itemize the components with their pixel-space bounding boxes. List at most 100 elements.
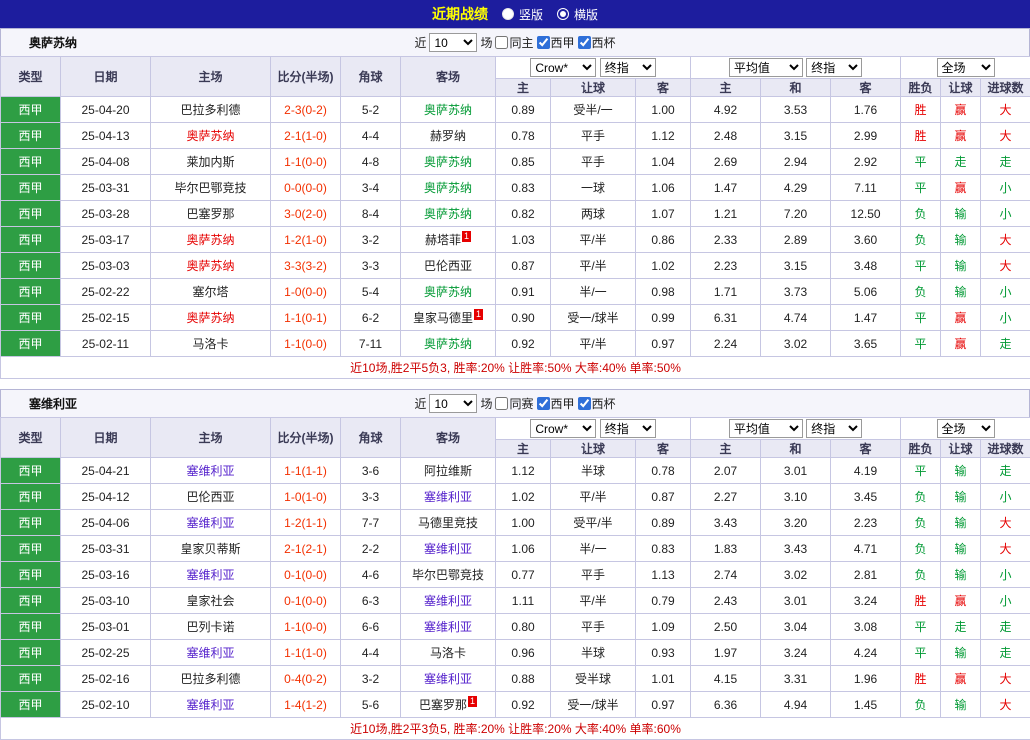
home-team-cell[interactable]: 莱加内斯: [151, 149, 271, 175]
away-team-cell[interactable]: 马洛卡: [401, 640, 496, 666]
handicap-line: 平/半: [551, 588, 636, 614]
summary-stats: 近10场,胜2平5负3, 胜率:20% 让胜率:50% 大率:40% 单率:50…: [1, 357, 1030, 379]
away-team-cell[interactable]: 阿拉维斯: [401, 458, 496, 484]
handicap-away-odds: 1.02: [636, 253, 691, 279]
home-team-cell[interactable]: 奥萨苏纳: [151, 305, 271, 331]
cup-filter[interactable]: 西杯: [578, 395, 616, 412]
summary-stats: 近10场,胜2平3负5, 胜率:20% 让胜率:20% 大率:40% 单率:60…: [1, 718, 1030, 740]
bookmaker-select[interactable]: Crow*: [530, 58, 596, 77]
scope-select[interactable]: 全场: [937, 419, 995, 438]
home-team-cell[interactable]: 皇家社会: [151, 588, 271, 614]
euro-draw-odds: 3.43: [761, 536, 831, 562]
average-select[interactable]: 平均值: [729, 58, 803, 77]
home-team-cell[interactable]: 巴拉多利德: [151, 97, 271, 123]
average-select[interactable]: 平均值: [729, 419, 803, 438]
euro-draw-odds: 3.02: [761, 331, 831, 357]
away-team-cell[interactable]: 皇家马德里1: [401, 305, 496, 331]
radio-checked-icon[interactable]: [557, 8, 569, 20]
same-filter[interactable]: 同赛: [495, 395, 533, 412]
euro-draw-odds: 4.29: [761, 175, 831, 201]
away-team-cell[interactable]: 奥萨苏纳: [401, 149, 496, 175]
euro-home-odds: 4.15: [691, 666, 761, 692]
final-odds-select[interactable]: 终指: [600, 58, 656, 77]
away-team-cell[interactable]: 塞维利亚: [401, 484, 496, 510]
league-filter-checkbox[interactable]: [537, 36, 550, 49]
away-team-cell[interactable]: 毕尔巴鄂竞技: [401, 562, 496, 588]
cup-filter[interactable]: 西杯: [578, 34, 616, 51]
home-team-cell[interactable]: 毕尔巴鄂竞技: [151, 175, 271, 201]
handicap-home-odds: 0.92: [496, 692, 551, 718]
goals-result-cell: 小: [981, 588, 1030, 614]
home-team-cell[interactable]: 巴拉多利德: [151, 666, 271, 692]
goals-result-cell: 大: [981, 253, 1030, 279]
home-team-cell[interactable]: 塞维利亚: [151, 692, 271, 718]
euro-draw-odds: 3.04: [761, 614, 831, 640]
same-filter-checkbox[interactable]: [495, 36, 508, 49]
away-team-cell[interactable]: 塞维利亚: [401, 588, 496, 614]
home-team-cell[interactable]: 巴塞罗那: [151, 201, 271, 227]
date-cell: 25-04-21: [61, 458, 151, 484]
away-team-cell[interactable]: 奥萨苏纳: [401, 201, 496, 227]
away-team-cell[interactable]: 赫塔菲1: [401, 227, 496, 253]
home-team-cell[interactable]: 塞维利亚: [151, 562, 271, 588]
away-team-cell[interactable]: 奥萨苏纳: [401, 97, 496, 123]
match-row: 西甲25-02-15奥萨苏纳1-1(0-1)6-2皇家马德里10.90受一/球半…: [1, 305, 1030, 331]
home-team-cell[interactable]: 皇家贝蒂斯: [151, 536, 271, 562]
away-team-cell[interactable]: 奥萨苏纳: [401, 279, 496, 305]
col-e-away: 客: [831, 440, 901, 458]
league-filter[interactable]: 西甲: [537, 395, 575, 412]
league-filter[interactable]: 西甲: [537, 34, 575, 51]
home-team-cell[interactable]: 巴列卡诺: [151, 614, 271, 640]
away-team-cell[interactable]: 奥萨苏纳: [401, 175, 496, 201]
away-team-cell[interactable]: 巴塞罗那1: [401, 692, 496, 718]
radio-icon[interactable]: [502, 8, 514, 20]
corner-cell: 3-2: [341, 227, 401, 253]
away-team-cell[interactable]: 马德里竞技: [401, 510, 496, 536]
games-count-select[interactable]: 10: [429, 33, 477, 52]
home-team-cell[interactable]: 塞维利亚: [151, 458, 271, 484]
match-row: 西甲25-03-01巴列卡诺1-1(0-0)6-6塞维利亚0.80平手1.092…: [1, 614, 1030, 640]
home-team-cell[interactable]: 马洛卡: [151, 331, 271, 357]
league-filter-checkbox[interactable]: [537, 397, 550, 410]
handicap-home-odds: 1.02: [496, 484, 551, 510]
handicap-away-odds: 0.83: [636, 536, 691, 562]
col-goals: 进球数: [981, 79, 1030, 97]
handicap-result-cell: 输: [941, 253, 981, 279]
away-team-cell[interactable]: 赫罗纳: [401, 123, 496, 149]
handicap-away-odds: 1.07: [636, 201, 691, 227]
final-odds-select-2[interactable]: 终指: [806, 419, 862, 438]
horizontal-layout-radio[interactable]: 横版: [557, 6, 598, 23]
match-row: 西甲25-04-21塞维利亚1-1(1-1)3-6阿拉维斯1.12半球0.782…: [1, 458, 1030, 484]
home-team-cell[interactable]: 奥萨苏纳: [151, 253, 271, 279]
corner-cell: 7-11: [341, 331, 401, 357]
handicap-result-cell: 输: [941, 484, 981, 510]
away-team-cell[interactable]: 塞维利亚: [401, 614, 496, 640]
match-row: 西甲25-02-11马洛卡1-1(0-0)7-11奥萨苏纳0.92平/半0.97…: [1, 331, 1030, 357]
away-team-cell[interactable]: 塞维利亚: [401, 536, 496, 562]
bookmaker-select[interactable]: Crow*: [530, 419, 596, 438]
result-cell: 负: [901, 201, 941, 227]
same-filter-checkbox[interactable]: [495, 397, 508, 410]
home-team-cell[interactable]: 奥萨苏纳: [151, 227, 271, 253]
cup-filter-checkbox[interactable]: [578, 397, 591, 410]
home-team-cell[interactable]: 塞尔塔: [151, 279, 271, 305]
score-cell: 2-1(1-0): [271, 123, 341, 149]
away-team-cell[interactable]: 巴伦西亚: [401, 253, 496, 279]
euro-draw-odds: 3.15: [761, 253, 831, 279]
home-team-cell[interactable]: 奥萨苏纳: [151, 123, 271, 149]
euro-draw-odds: 3.53: [761, 97, 831, 123]
home-team-cell[interactable]: 塞维利亚: [151, 640, 271, 666]
games-count-select[interactable]: 10: [429, 394, 477, 413]
scope-select[interactable]: 全场: [937, 58, 995, 77]
vertical-layout-radio[interactable]: 竖版: [502, 6, 543, 23]
home-team-cell[interactable]: 塞维利亚: [151, 510, 271, 536]
same-filter[interactable]: 同主: [495, 34, 533, 51]
away-team-cell[interactable]: 塞维利亚: [401, 666, 496, 692]
home-team-cell[interactable]: 巴伦西亚: [151, 484, 271, 510]
final-odds-select[interactable]: 终指: [600, 419, 656, 438]
score-cell: 1-2(1-0): [271, 227, 341, 253]
col-type: 类型: [1, 418, 61, 458]
cup-filter-checkbox[interactable]: [578, 36, 591, 49]
final-odds-select-2[interactable]: 终指: [806, 58, 862, 77]
away-team-cell[interactable]: 奥萨苏纳: [401, 331, 496, 357]
